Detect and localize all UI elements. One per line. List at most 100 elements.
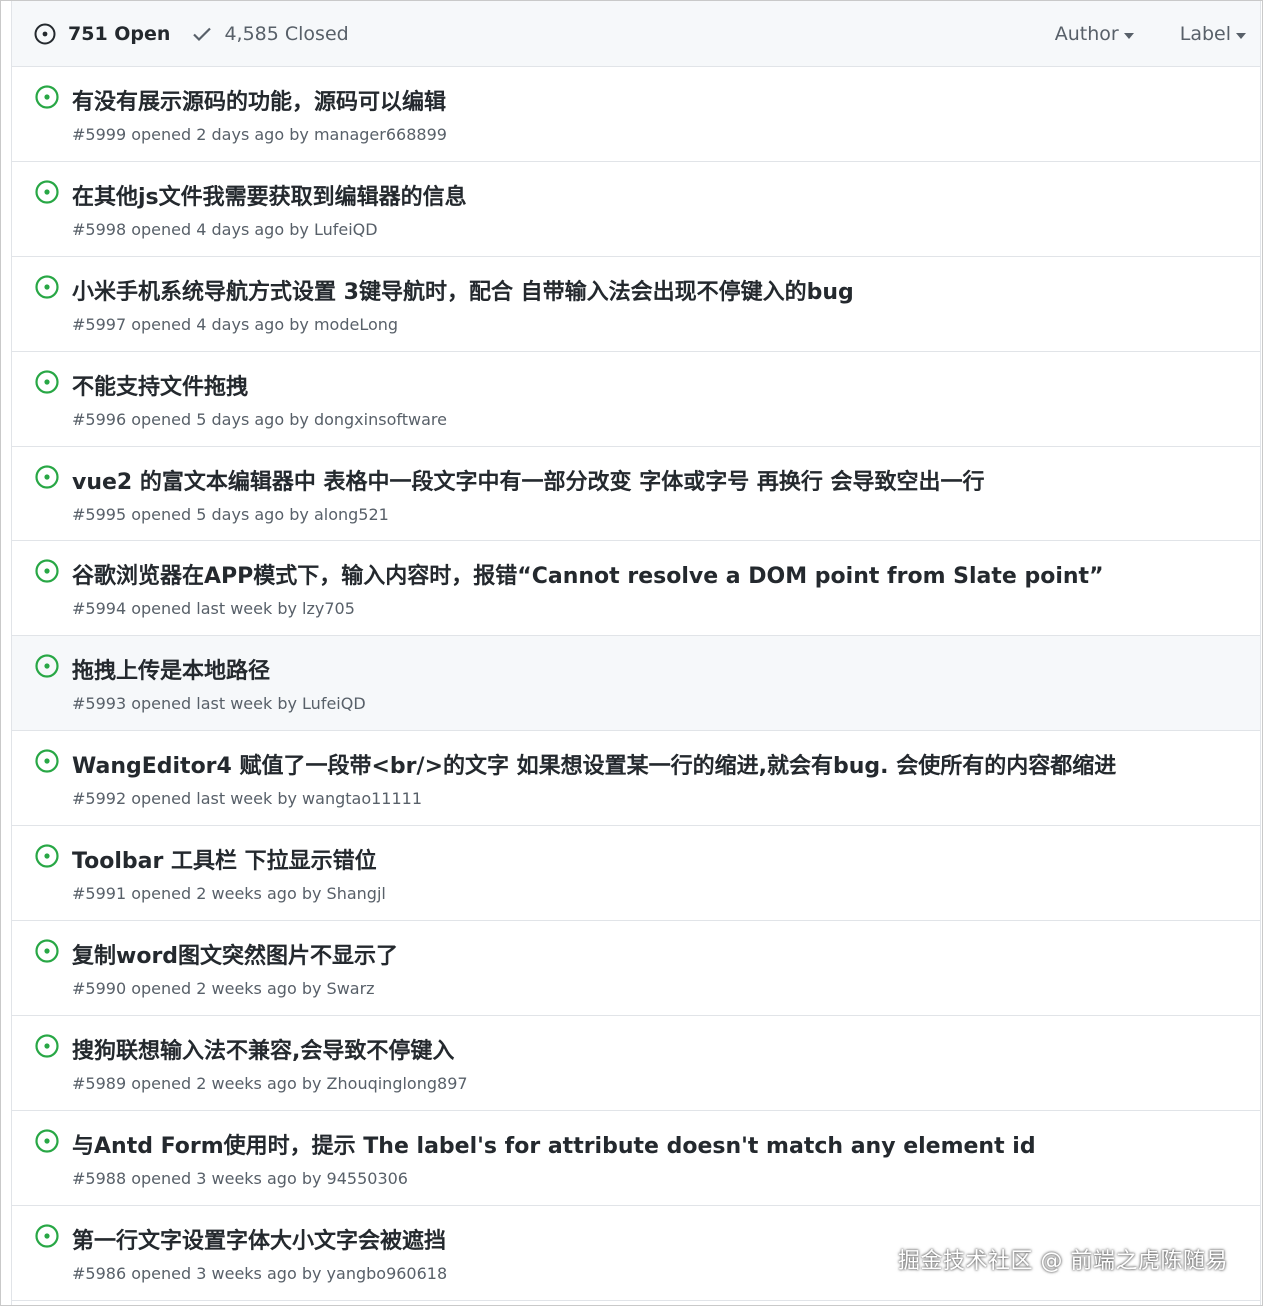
chevron-down-icon [1236, 32, 1246, 39]
issue-row[interactable]: Toolbar 工具栏 下拉显示错位 #5991 opened 2 weeks a… [12, 826, 1260, 922]
issue-meta: #5998 opened 4 days ago by LufeiQD [72, 220, 378, 239]
by-word: by [277, 694, 297, 714]
issue-number: #5992 [72, 789, 127, 809]
issue-meta: #5996 opened 5 days ago by dongxinsoftwa… [72, 410, 447, 429]
author-filter[interactable]: Author [1055, 23, 1134, 45]
issue-author-link[interactable]: Swarz [327, 979, 375, 998]
issue-title-link[interactable]: 第一行文字设置字体大小文字会被遮挡 [72, 1223, 446, 1255]
issue-author-link[interactable]: Shangjl [327, 884, 386, 903]
issue-row[interactable]: 与Antd Form使用时，提示 The label's for attribu… [12, 1110, 1260, 1206]
by-word: by [289, 504, 309, 524]
issue-age: 4 days ago [196, 219, 285, 239]
issue-opened-icon [35, 1034, 59, 1062]
by-word: by [289, 219, 309, 239]
state-toggle: 751 Open 4,585 Closed [34, 23, 349, 45]
issue-opened-icon [35, 464, 59, 493]
issue-list: 有没有展示源码的功能，源码可以编辑 #5999 opened 2 days ago… [12, 67, 1260, 1301]
issue-author-link[interactable]: LufeiQD [314, 220, 378, 239]
issue-title-link[interactable]: Toolbar 工具栏 下拉显示错位 [72, 843, 377, 875]
issue-title-link[interactable]: 与Antd Form使用时，提示 The label's for attribu… [72, 1128, 1036, 1160]
label-filter[interactable]: Label [1180, 23, 1246, 45]
check-icon [192, 26, 212, 42]
issue-title-link[interactable]: 复制word图文突然图片不显示了 [72, 938, 398, 970]
issue-opened-icon [34, 23, 56, 45]
issue-meta: #5997 opened 4 days ago by modeLong [72, 315, 398, 334]
opened-word: opened [131, 979, 192, 999]
issue-title-link[interactable]: 谷歌浏览器在APP模式下，输入内容时，报错“Cannot resolve a D… [72, 558, 1104, 590]
issue-title-link[interactable]: 不能支持文件拖拽 [72, 369, 248, 401]
issue-author-link[interactable]: manager668899 [314, 125, 447, 144]
issue-author-link[interactable]: yangbo960618 [327, 1264, 448, 1283]
issue-author-link[interactable]: LufeiQD [302, 694, 366, 713]
issue-row[interactable]: 在其他js文件我需要获取到编辑器的信息 #5998 opened 4 days a… [12, 161, 1260, 257]
by-word: by [289, 125, 309, 144]
issue-title-link[interactable]: 搜狗联想输入法不兼容,会导致不停键入 [72, 1033, 454, 1065]
opened-word: opened [131, 409, 192, 429]
by-word: by [301, 1168, 322, 1188]
issue-number: #5990 [72, 979, 127, 999]
by-word: by [301, 979, 322, 999]
opened-word: opened [131, 1073, 192, 1093]
issue-opened-icon [35, 844, 59, 872]
issue-title-link[interactable]: 有没有展示源码的功能，源码可以编辑 [72, 84, 446, 116]
issue-opened-icon [35, 749, 59, 777]
issue-row[interactable]: 谷歌浏览器在APP模式下，输入内容时，报错“Cannot resolve a D… [12, 541, 1260, 637]
open-issues-tab[interactable]: 751 Open [34, 23, 170, 45]
issue-row[interactable]: 搜狗联想输入法不兼容,会导致不停键入 #5989 opened 2 weeks a… [12, 1015, 1260, 1111]
issue-age: 3 weeks ago [196, 1168, 297, 1188]
issue-meta: #5989 opened 2 weeks ago by Zhouqinglong… [72, 1074, 468, 1093]
issue-title-link[interactable]: 小米手机系统导航方式设置 3键导航时，配合 自带输入法会出现不停键入的bug [72, 274, 854, 306]
closed-count-label: 4,585 Closed [224, 22, 349, 45]
issue-meta: #5988 opened 3 weeks ago by 94550306 [72, 1169, 408, 1188]
issue-opened-icon [35, 939, 59, 967]
issue-row[interactable]: 有没有展示源码的功能，源码可以编辑 #5999 opened 2 days ago… [12, 67, 1260, 162]
issue-age: last week [196, 599, 273, 619]
issue-row[interactable]: 复制word图文突然图片不显示了 #5990 opened 2 weeks ago… [12, 921, 1260, 1016]
issue-number: #5989 [72, 1073, 127, 1093]
issue-age: 2 weeks ago [196, 979, 297, 999]
issue-author-link[interactable]: along521 [314, 505, 389, 524]
issue-title-link[interactable]: 拖拽上传是本地路径 [72, 653, 270, 685]
issue-author-link[interactable]: modeLong [314, 315, 398, 334]
opened-word: opened [131, 314, 192, 334]
issue-row[interactable]: 小米手机系统导航方式设置 3键导航时，配合 自带输入法会出现不停键入的bug #5… [12, 256, 1260, 352]
issue-age: 2 weeks ago [196, 884, 297, 904]
issue-meta: #5995 opened 5 days ago by along521 [72, 505, 389, 524]
issue-opened-icon [35, 654, 59, 682]
issues-panel: 751 Open 4,585 Closed Author Label 有没有展示… [11, 1, 1261, 1305]
issue-age: 5 days ago [196, 504, 285, 524]
issue-number: #5996 [72, 409, 127, 429]
issue-opened-icon [35, 180, 59, 208]
issue-author-link[interactable]: Zhouqinglong897 [327, 1074, 468, 1093]
issue-row[interactable]: 不能支持文件拖拽 #5996 opened 5 days ago by dongx… [12, 351, 1260, 447]
issue-row[interactable]: WangEditor4 赋值了一段带<br/>的文字 如果想设置某一行的缩进,就… [12, 731, 1260, 827]
issue-author-link[interactable]: 94550306 [327, 1169, 408, 1188]
issue-age: last week [196, 694, 273, 714]
issues-list-header: 751 Open 4,585 Closed Author Label [12, 1, 1260, 67]
issue-age: last week [196, 789, 273, 809]
by-word: by [301, 1073, 322, 1093]
screenshot-frame: 751 Open 4,585 Closed Author Label 有没有展示… [0, 0, 1263, 1306]
by-word: by [277, 599, 297, 619]
issue-row[interactable]: 拖拽上传是本地路径 #5993 opened last week by Lufei… [12, 636, 1260, 732]
issue-title-link[interactable]: WangEditor4 赋值了一段带<br/>的文字 如果想设置某一行的缩进,就… [72, 748, 1116, 780]
opened-word: opened [131, 219, 192, 239]
issue-title-link[interactable]: vue2 的富文本编辑器中 表格中一段文字中有一部分改变 字体或字号 再换行 会… [72, 464, 985, 496]
issue-number: #5998 [72, 219, 127, 239]
issue-number: #5994 [72, 599, 127, 619]
issue-author-link[interactable]: wangtao11111 [302, 789, 422, 808]
issue-opened-icon [35, 1129, 59, 1157]
issue-row[interactable]: vue2 的富文本编辑器中 表格中一段文字中有一部分改变 字体或字号 再换行 会… [12, 446, 1260, 542]
issue-age: 2 days ago [196, 125, 285, 144]
opened-word: opened [131, 1263, 192, 1283]
by-word: by [289, 409, 309, 429]
issue-age: 5 days ago [196, 409, 285, 429]
issue-title-link[interactable]: 在其他js文件我需要获取到编辑器的信息 [72, 179, 467, 211]
issue-number: #5988 [72, 1168, 127, 1188]
issue-author-link[interactable]: dongxinsoftware [314, 410, 447, 429]
opened-word: opened [131, 694, 192, 714]
chevron-down-icon [1123, 32, 1134, 39]
issue-author-link[interactable]: lzy705 [302, 599, 355, 618]
closed-issues-tab[interactable]: 4,585 Closed [192, 22, 349, 45]
issue-age: 2 weeks ago [196, 1073, 297, 1093]
